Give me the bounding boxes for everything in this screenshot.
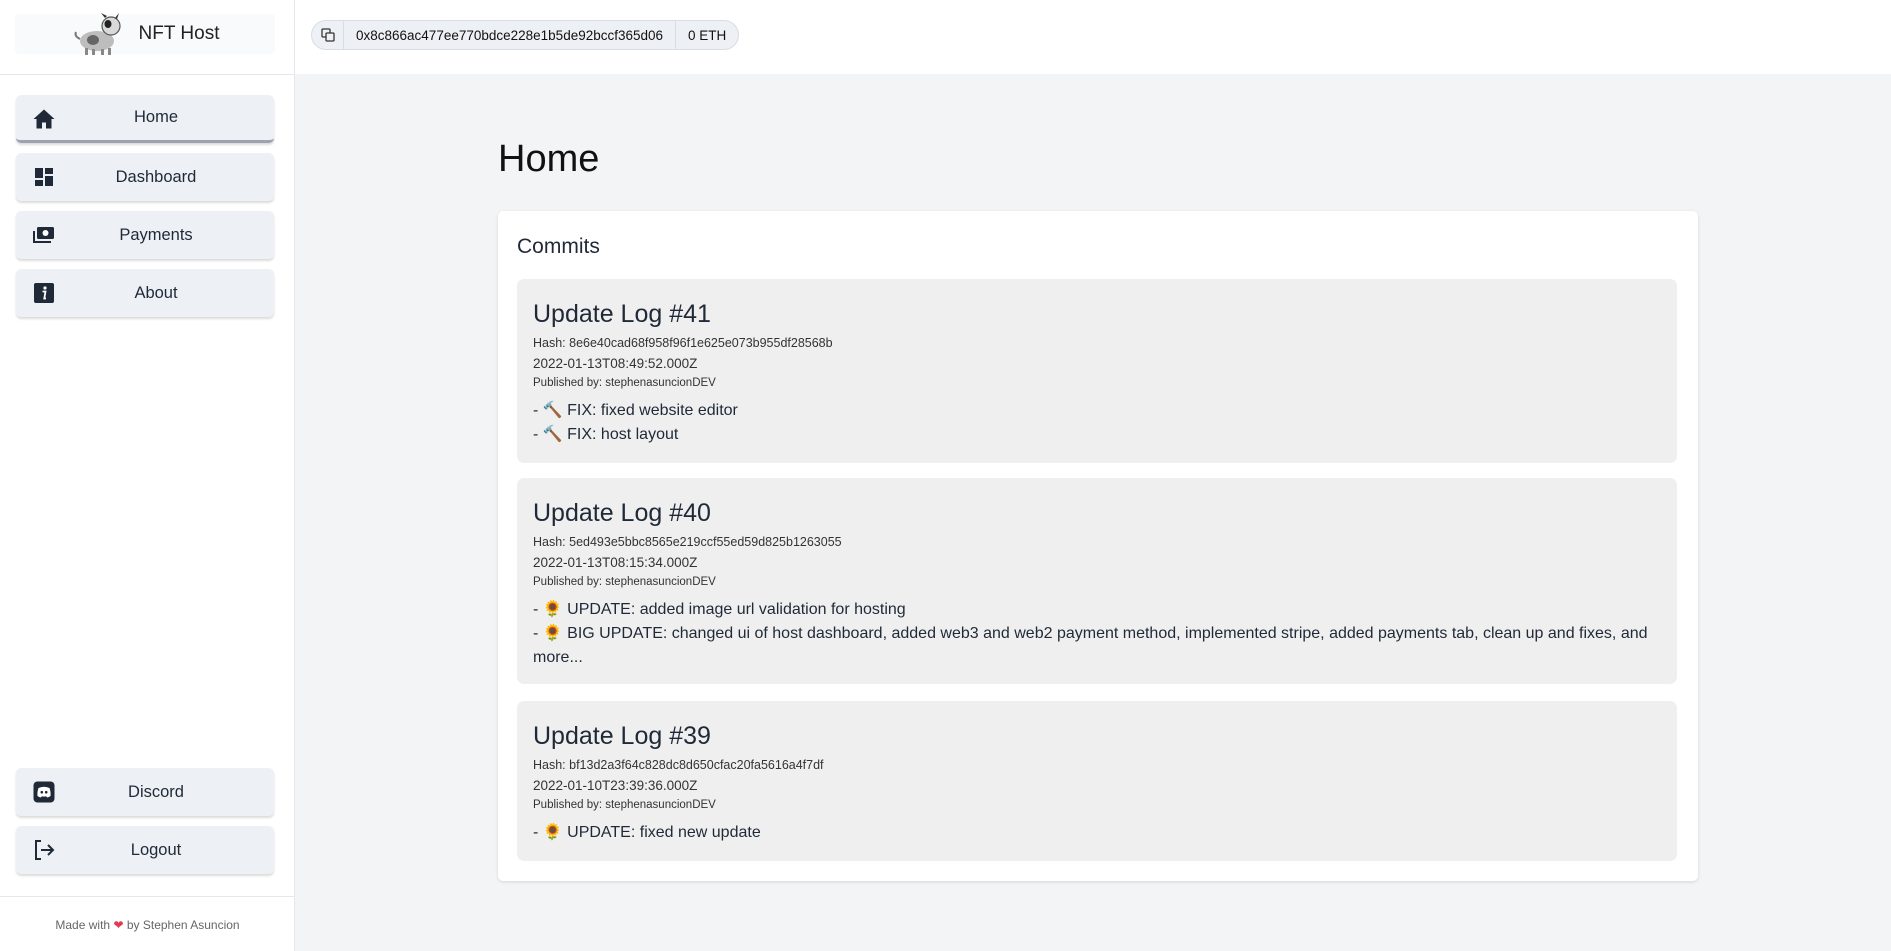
- logout-icon: [35, 840, 55, 860]
- commit-item: Update Log #40 Hash: 5ed493e5bbc8565e219…: [517, 478, 1677, 684]
- nav-home-button[interactable]: Home: [16, 95, 274, 143]
- commits-title: Commits: [517, 235, 600, 258]
- commit-hash: Hash: 5ed493e5bbc8565e219ccf55ed59d825b1…: [533, 535, 842, 549]
- wallet-address: 0x8c866ac477ee770bdce228e1b5de92bccf365d…: [344, 21, 677, 49]
- dashboard-icon: [35, 168, 53, 186]
- copy-icon: [320, 28, 335, 42]
- heart-icon: ❤: [113, 918, 124, 932]
- nav-logout-button[interactable]: Logout: [16, 826, 274, 874]
- commit-item: Update Log #39 Hash: bf13d2a3f64c828dc8d…: [517, 701, 1677, 861]
- copy-address-button[interactable]: [312, 21, 344, 49]
- commit-date: 2022-01-13T08:49:52.000Z: [533, 356, 698, 371]
- commit-title: Update Log #41: [533, 300, 711, 328]
- page-title: Home: [498, 138, 600, 180]
- commit-hash: Hash: bf13d2a3f64c828dc8d650cfac20fa5616…: [533, 758, 824, 772]
- commit-title: Update Log #40: [533, 499, 711, 527]
- wallet-pill: 0x8c866ac477ee770bdce228e1b5de92bccf365d…: [311, 20, 740, 50]
- divider: [0, 896, 295, 897]
- commit-item: Update Log #41 Hash: 8e6e40cad68f958f96f…: [517, 279, 1677, 463]
- home-icon: [33, 109, 55, 129]
- nav-payments-button[interactable]: Payments: [16, 211, 274, 259]
- commit-change: - 🔨 FIX: fixed website editor: [533, 402, 738, 419]
- discord-icon: [33, 781, 55, 803]
- wallet-balance: 0 ETH: [688, 27, 727, 43]
- info-icon: [34, 283, 54, 303]
- sidebar: NFT Host Home Dashboard Payments About D…: [0, 0, 295, 951]
- footer-credit: Made with ❤ by Stephen Asuncion: [0, 918, 295, 932]
- commit-change: - 🌻 UPDATE: added image url validation f…: [533, 601, 906, 618]
- commit-title: Update Log #39: [533, 722, 711, 750]
- top-bar: 0x8c866ac477ee770bdce228e1b5de92bccf365d…: [295, 0, 1891, 74]
- commit-author: Published by: stephenasuncionDEV: [533, 799, 716, 811]
- nav-about-button[interactable]: About: [16, 269, 274, 317]
- commit-author: Published by: stephenasuncionDEV: [533, 576, 716, 588]
- commits-card: Commits Update Log #41 Hash: 8e6e40cad68…: [498, 211, 1698, 881]
- commit-date: 2022-01-13T08:15:34.000Z: [533, 555, 698, 570]
- nav-discord-button[interactable]: Discord: [16, 768, 274, 816]
- brand-name: NFT Host: [138, 23, 220, 44]
- logo-icon: [74, 13, 121, 55]
- nav-dashboard-button[interactable]: Dashboard: [16, 153, 274, 201]
- commit-hash: Hash: 8e6e40cad68f958f96f1e625e073b955df…: [533, 336, 833, 350]
- footer-suffix: by Stephen Asuncion: [126, 918, 240, 932]
- divider: [0, 74, 295, 75]
- commit-change: - 🌻 BIG UPDATE: changed ui of host dashb…: [533, 625, 1648, 666]
- footer-prefix: Made with: [55, 918, 111, 932]
- payments-icon: [33, 227, 54, 243]
- commit-date: 2022-01-10T23:39:36.000Z: [533, 778, 698, 793]
- commit-change: - 🔨 FIX: host layout: [533, 426, 679, 443]
- commit-author: Published by: stephenasuncionDEV: [533, 377, 716, 389]
- brand[interactable]: NFT Host: [15, 13, 275, 55]
- commit-change: - 🌻 UPDATE: fixed new update: [533, 824, 761, 841]
